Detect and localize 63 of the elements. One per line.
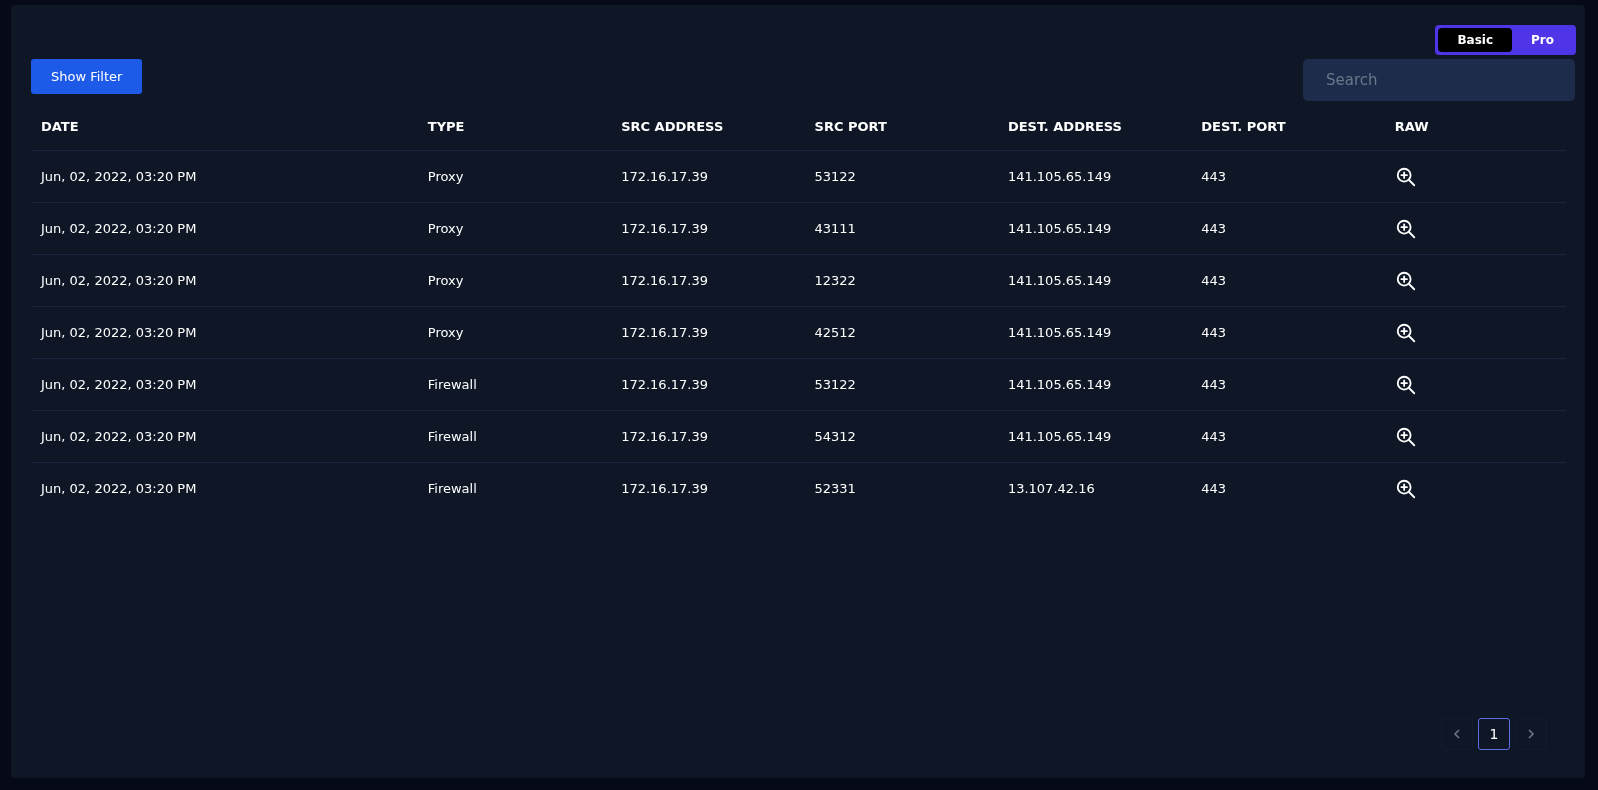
column-header: RAW — [1394, 119, 1429, 134]
column-header: DEST. ADDRESS — [1007, 119, 1122, 134]
table-cell: Jun, 02, 2022, 03:20 PM — [41, 377, 197, 392]
table-cell: Firewall — [427, 377, 477, 392]
table-cell: 42512 — [814, 325, 856, 340]
table-cell: Jun, 02, 2022, 03:20 PM — [41, 273, 197, 288]
table-cell: 141.105.65.149 — [1007, 221, 1112, 236]
chevron-right-icon — [1525, 728, 1537, 740]
column-header: DATE — [41, 119, 79, 134]
table-cell: Proxy — [427, 325, 464, 340]
table-cell: 43111 — [814, 221, 856, 236]
zoom-in-icon[interactable] — [1394, 373, 1417, 396]
table-cell: Proxy — [427, 169, 464, 184]
table-cell: Jun, 02, 2022, 03:20 PM — [41, 481, 197, 496]
table-cell: Firewall — [427, 429, 477, 444]
show-filter-button[interactable]: Show Filter — [31, 59, 143, 94]
page-button[interactable]: 1 — [1478, 718, 1510, 750]
table-cell: 141.105.65.149 — [1007, 273, 1112, 288]
zoom-in-icon[interactable] — [1394, 165, 1417, 188]
zoom-in-icon[interactable] — [1394, 321, 1417, 344]
table-cell: 141.105.65.149 — [1007, 429, 1112, 444]
table-cell: Jun, 02, 2022, 03:20 PM — [41, 221, 197, 236]
table-cell: Proxy — [427, 221, 464, 236]
column-header: TYPE — [427, 119, 465, 134]
table-cell: 172.16.17.39 — [621, 429, 708, 444]
table-cell: Jun, 02, 2022, 03:20 PM — [41, 429, 197, 444]
mode-tab[interactable]: Basic — [1438, 28, 1513, 52]
column-header: SRC PORT — [814, 119, 887, 134]
mode-tab[interactable]: Pro — [1512, 28, 1573, 52]
table-cell: Jun, 02, 2022, 03:20 PM — [41, 169, 197, 184]
table-cell: 53122 — [814, 169, 856, 184]
table-cell: 172.16.17.39 — [621, 273, 708, 288]
table-cell: 54312 — [814, 429, 856, 444]
table-cell: 443 — [1201, 221, 1227, 236]
zoom-in-icon[interactable] — [1394, 477, 1417, 500]
table-cell: 53122 — [814, 377, 856, 392]
table-cell: 141.105.65.149 — [1007, 325, 1112, 340]
table-cell: 13.107.42.16 — [1007, 481, 1095, 496]
zoom-in-icon[interactable] — [1394, 217, 1417, 240]
table-cell: 443 — [1201, 273, 1227, 288]
table-cell: 443 — [1201, 377, 1227, 392]
table-cell: 12322 — [814, 273, 856, 288]
table-cell: Proxy — [427, 273, 464, 288]
zoom-in-icon[interactable] — [1394, 425, 1417, 448]
table-cell: 172.16.17.39 — [621, 481, 708, 496]
zoom-in-icon[interactable] — [1394, 269, 1417, 292]
table-cell: Firewall — [427, 481, 477, 496]
table-cell: 443 — [1201, 325, 1227, 340]
table-cell: 443 — [1201, 429, 1227, 444]
table-cell: 172.16.17.39 — [621, 377, 708, 392]
search-field[interactable]: Search — [1303, 59, 1575, 101]
column-header: SRC ADDRESS — [621, 119, 724, 134]
table-cell: 172.16.17.39 — [621, 169, 708, 184]
table-cell: 443 — [1201, 481, 1227, 496]
table-cell: 141.105.65.149 — [1007, 169, 1112, 184]
chevron-left-icon — [1451, 728, 1463, 740]
column-header: DEST. PORT — [1201, 119, 1286, 134]
table-cell: 172.16.17.39 — [621, 325, 708, 340]
table-cell: 172.16.17.39 — [621, 221, 708, 236]
table-cell: 52331 — [814, 481, 856, 496]
table-cell: Jun, 02, 2022, 03:20 PM — [41, 325, 197, 340]
table-cell: 443 — [1201, 169, 1227, 184]
table-cell: 141.105.65.149 — [1007, 377, 1112, 392]
